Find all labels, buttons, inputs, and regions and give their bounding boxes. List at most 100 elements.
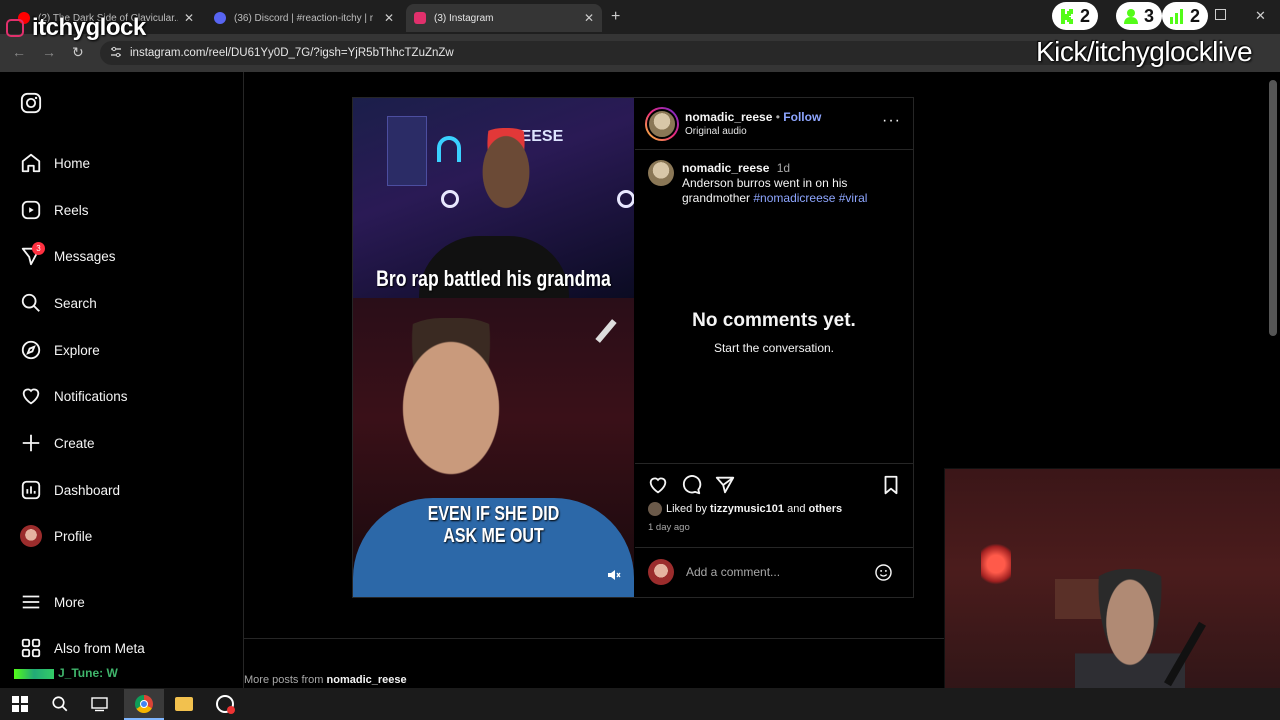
avatar [20, 525, 42, 547]
tab-title: (36) Discord | #reaction-itchy | r [234, 12, 374, 24]
sidebar-item-home[interactable]: Home [20, 150, 90, 176]
sidebar-item-label: Dashboard [54, 482, 121, 498]
sidebar-item-profile[interactable]: Profile [20, 523, 92, 549]
comment-icon[interactable] [680, 474, 702, 496]
chat-text: J_Tune: W [58, 666, 118, 680]
headphones-decoration [437, 136, 461, 162]
red-lamp [981, 539, 1011, 589]
sidebar-item-notifications[interactable]: Notifications [20, 383, 128, 409]
sidebar-item-label: Explore [54, 342, 100, 358]
stat-value: 3 [1144, 5, 1155, 26]
author-avatar-ring[interactable] [645, 107, 679, 141]
home-icon [21, 153, 41, 173]
explore-icon [21, 340, 41, 360]
emoji-icon[interactable] [874, 563, 893, 582]
share-icon[interactable] [714, 474, 736, 496]
caption-username[interactable]: nomadic_reese [682, 161, 769, 175]
divider [635, 463, 913, 464]
video-caption-bottom: EVEN IF SHE DID ASK ME OUT [427, 503, 560, 547]
sidebar-item-label: Also from Meta [54, 640, 145, 656]
poster-decoration [387, 116, 427, 186]
obs-icon[interactable] [216, 695, 235, 714]
sidebar-item-create[interactable]: Create [20, 430, 95, 456]
person-bottom [371, 318, 531, 518]
url-text: instagram.com/reel/DU61Yy0D_7G/?igsh=YjR… [130, 47, 454, 59]
sidebar-item-label: Home [54, 155, 91, 171]
divider [635, 547, 913, 548]
mute-icon[interactable] [607, 568, 621, 582]
sidebar-item-search[interactable]: Search [20, 290, 97, 316]
url-bar[interactable]: instagram.com/reel/DU61Yy0D_7G/?igsh=YjR… [100, 41, 1200, 65]
reload-button[interactable]: ↻ [72, 44, 84, 61]
taskbar-search-icon[interactable] [51, 695, 69, 713]
plus-icon [22, 434, 40, 452]
messages-badge: 3 [32, 242, 45, 255]
bookmark-icon[interactable] [880, 474, 902, 496]
current-user-avatar [648, 559, 674, 585]
task-view-icon[interactable] [91, 696, 108, 712]
liker-avatar [648, 502, 662, 516]
more-options-icon[interactable]: ··· [882, 112, 901, 130]
sidebar-item-label: Create [54, 435, 95, 451]
post-header: nomadic_reese • Follow [685, 110, 821, 124]
kick-icon [1061, 9, 1073, 24]
person-top [463, 128, 549, 238]
browser-tab-instagram[interactable]: (3) Instagram ✕ [406, 4, 602, 32]
more-posts-prefix: More posts from [244, 674, 327, 686]
maximize-icon[interactable] [1215, 9, 1226, 20]
author-username[interactable]: nomadic_reese [685, 110, 772, 124]
instagram-logo-icon[interactable] [20, 92, 42, 114]
new-tab-button[interactable]: + [611, 8, 620, 26]
close-tab-icon[interactable]: ✕ [184, 11, 194, 25]
sidebar-also-from-meta[interactable]: Also from Meta [20, 635, 145, 661]
posted-ago: 1 day ago [648, 522, 690, 533]
hashtag-links[interactable]: #nomadicreese #viral [753, 191, 867, 205]
sidebar-item-reels[interactable]: Reels [20, 197, 89, 223]
like-heart-icon[interactable] [647, 474, 669, 496]
back-button[interactable]: ← [12, 44, 26, 60]
stat-value: 2 [1080, 5, 1091, 26]
reel-video[interactable]: ICREESE Bro rap battled his grandma EVEN… [353, 98, 634, 597]
page-scrollbar[interactable] [1269, 80, 1277, 336]
post-caption: nomadic_reese 1d Anderson burros went in… [682, 161, 902, 206]
liked-by-others[interactable]: others [809, 503, 843, 515]
sidebar-item-explore[interactable]: Explore [20, 337, 100, 363]
chrome-icon [135, 695, 153, 713]
instagram-icon [6, 19, 24, 37]
streamer-name: itchyglock [32, 14, 146, 41]
taskbar-chrome-active[interactable] [124, 689, 164, 720]
close-tab-icon[interactable]: ✕ [384, 11, 394, 25]
liked-by-row: Liked by tizzymusic101 and others [648, 502, 908, 516]
window-close-button[interactable]: ✕ [1255, 8, 1266, 24]
more-posts-user[interactable]: nomadic_reese [327, 674, 407, 686]
chart-icon [1170, 9, 1183, 24]
windows-start-icon[interactable] [12, 696, 28, 712]
sidebar-item-dashboard[interactable]: Dashboard [20, 477, 120, 503]
site-settings-icon[interactable] [110, 46, 122, 58]
recording-dot [227, 706, 235, 714]
caption-age: 1d [776, 161, 791, 175]
streamer-name-overlay: itchyglock [6, 14, 146, 42]
browser-tab-discord[interactable]: (36) Discord | #reaction-itchy | r ✕ [206, 4, 402, 32]
add-comment-input[interactable]: Add a comment... [686, 565, 780, 579]
file-explorer-icon[interactable] [175, 697, 193, 711]
separator-dot: • [775, 110, 780, 124]
start-conversation-text: Start the conversation. [713, 341, 835, 355]
search-icon [21, 293, 40, 312]
close-tab-icon[interactable]: ✕ [584, 11, 594, 25]
liked-by-user[interactable]: tizzymusic101 [710, 503, 784, 515]
tab-title: (3) Instagram [434, 12, 494, 24]
chat-badges-icon [14, 668, 54, 679]
sidebar-more-button[interactable]: More [20, 589, 85, 615]
caption-author-avatar[interactable] [648, 160, 674, 186]
reels-icon [21, 200, 41, 220]
heart-icon [22, 388, 40, 405]
divider [635, 149, 913, 150]
viewer-stat-pill: 3 [1116, 2, 1163, 30]
audio-label[interactable]: Original audio [685, 126, 747, 137]
liked-by-prefix: Liked by [666, 503, 707, 515]
sidebar-item-label: Search [54, 295, 97, 311]
ring-light-right [617, 190, 634, 208]
follow-button[interactable]: Follow [783, 110, 821, 124]
forward-button[interactable]: → [42, 44, 56, 60]
